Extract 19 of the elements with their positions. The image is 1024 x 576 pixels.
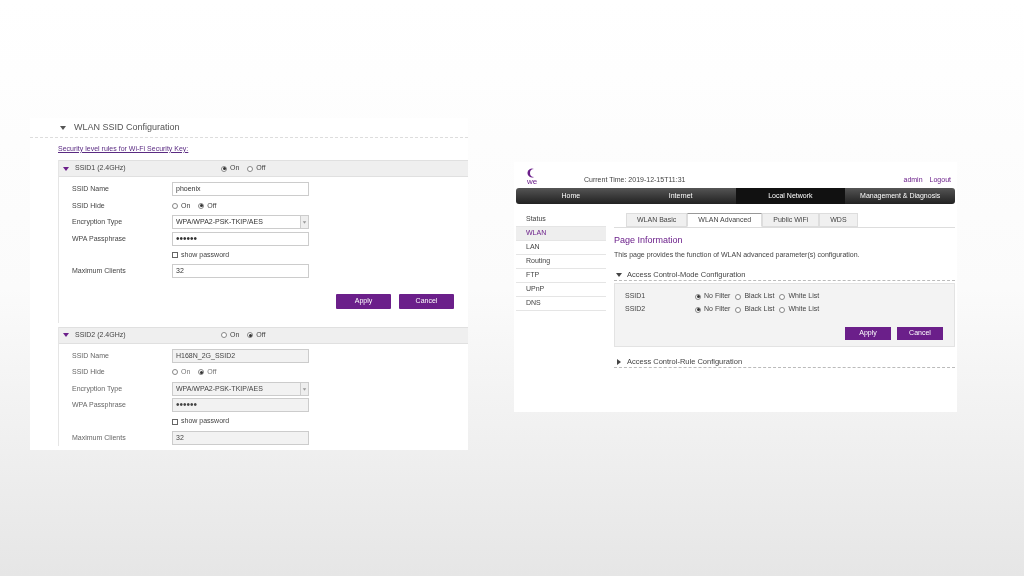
radio-button[interactable] (247, 165, 254, 172)
expand-caret-icon[interactable] (616, 358, 622, 365)
page-title: Page Information (614, 234, 684, 247)
checkbox[interactable] (172, 252, 178, 258)
section-title: WLAN SSID Configuration (74, 120, 180, 134)
radio-button[interactable] (735, 306, 742, 313)
radio-button[interactable] (735, 293, 742, 300)
logo-text: we (526, 178, 538, 186)
radio-button[interactable] (695, 306, 701, 313)
collapse-caret-icon[interactable] (63, 165, 69, 172)
radio-button[interactable] (221, 165, 227, 172)
collapse-caret-icon[interactable] (60, 124, 66, 131)
radio-button[interactable] (779, 306, 786, 313)
radio-button[interactable] (172, 202, 178, 209)
radio-button[interactable] (779, 293, 786, 300)
collapse-caret-icon[interactable] (616, 271, 622, 278)
radio-button[interactable] (198, 202, 205, 209)
password-field[interactable]: •••••• (172, 231, 309, 246)
radio-button[interactable] (695, 293, 701, 300)
